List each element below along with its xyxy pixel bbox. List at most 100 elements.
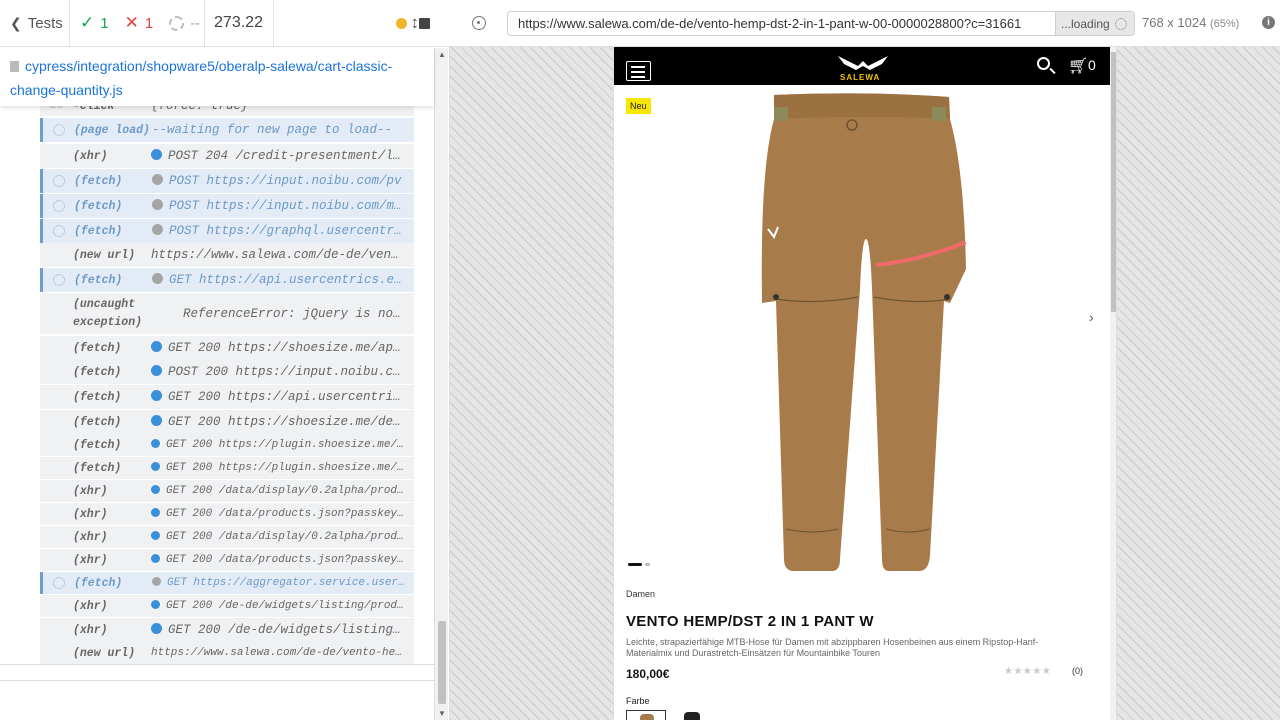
command-message: POST 200 https://input.noibu.com/pv_part: [151, 365, 414, 379]
cart-count[interactable]: 0: [1088, 57, 1096, 73]
command-row[interactable]: (fetch) GET https://api.usercentrics.eu/s…: [40, 268, 414, 292]
pending-spinner-icon: [53, 175, 65, 187]
failed-count: 1: [144, 14, 154, 32]
command-message: GET 200 https://plugin.shoesize.me/plugi…: [151, 462, 414, 474]
spec-path-text: cypress/integration/shopware5/oberalp-sa…: [10, 58, 393, 98]
command-row[interactable]: (fetch) GET 200 https://plugin.shoesize.m…: [40, 457, 414, 479]
viewport-zoom: (65%): [1209, 18, 1240, 30]
page-scrollbar[interactable]: [1110, 47, 1116, 720]
request-pending-dot-icon: [152, 577, 161, 586]
command-message-text: GET 200 /data/products.json?passkey=ca2: [166, 554, 414, 566]
product-price: 180,00€: [626, 667, 670, 681]
review-count[interactable]: (0): [1072, 666, 1083, 676]
menu-button[interactable]: [626, 61, 651, 81]
command-name: (fetch): [73, 341, 122, 355]
spec-file-path[interactable]: cypress/integration/shopware5/oberalp-sa…: [0, 48, 434, 106]
slider-dot[interactable]: [645, 563, 650, 566]
page-scroll-thumb[interactable]: [1111, 52, 1116, 312]
command-row[interactable]: (fetch) POST 200 https://input.noibu.com/…: [40, 360, 414, 384]
command-message: GET 200 https://plugin.shoesize.me/plugi…: [151, 439, 414, 451]
command-message-text: GET 200 /de-de/widgets/listing/productSl…: [166, 600, 414, 612]
command-row[interactable]: (uncaught exception) ReferenceError: jQue…: [40, 293, 414, 334]
command-row[interactable]: (xhr) GET 200 /de-de/widgets/listing/prod…: [40, 618, 414, 642]
rating-stars[interactable]: ★★★★★: [1004, 666, 1051, 677]
command-name: (xhr): [73, 599, 108, 613]
menu-line: [631, 76, 645, 78]
passed-count: 1: [100, 14, 109, 32]
command-row[interactable]: (fetch) GET 200 https://shoesize.me/de/pl…: [40, 410, 414, 434]
cart-icon[interactable]: 🛒︎: [1068, 56, 1088, 76]
auto-scroll-toggle[interactable]: ↕: [395, 13, 419, 33]
request-complete-dot-icon: [151, 341, 162, 352]
reporter-header: ❮ Tests ✓ 1 ✕ 1 -- 273.22 ↕: [0, 0, 450, 47]
search-icon[interactable]: [1037, 57, 1050, 70]
command-message: --waiting for new page to load--: [152, 123, 414, 137]
tests-back-button[interactable]: ❮ Tests: [0, 0, 70, 46]
command-log: 25 -click {force: true} (page load) --waitin…: [40, 96, 414, 664]
command-row[interactable]: (fetch) GET 200 https://api.usercentrics.…: [40, 385, 414, 409]
command-message: GET 200 https://api.usercentrics.eu/tran…: [151, 390, 414, 404]
cross-icon: ✕: [124, 13, 139, 32]
request-complete-dot-icon: [151, 600, 160, 609]
command-row[interactable]: (xhr) GET 200 /data/display/0.2alpha/prod…: [40, 526, 414, 548]
image-next-arrow[interactable]: ›: [1089, 309, 1094, 325]
request-complete-dot-icon: [151, 415, 162, 426]
command-row[interactable]: (fetch) GET 200 https://plugin.shoesize.m…: [40, 434, 414, 456]
command-message: GET https://aggregator.service.usercentr…: [152, 577, 414, 589]
command-message: POST https://input.noibu.com/pv: [152, 174, 414, 188]
command-row[interactable]: (xhr) GET 200 /data/display/0.2alpha/prod…: [40, 480, 414, 502]
url-field[interactable]: https://www.salewa.com/de-de/vento-hemp-…: [507, 11, 1135, 36]
selector-playground-icon[interactable]: [472, 16, 486, 30]
scroll-thumb[interactable]: [438, 621, 446, 704]
command-message-text: GET 200 https://shoesize.me/api/v1: [168, 341, 414, 355]
info-icon[interactable]: i: [1262, 16, 1275, 29]
command-row[interactable]: (xhr) GET 200 /data/products.json?passkey…: [40, 549, 414, 571]
command-message-text: POST https://input.noibu.com/metrics: [169, 199, 414, 213]
aut-iframe: SALEWA 🛒︎ 0 Neu › Damen VENTO HEMP/DST 2…: [613, 47, 1117, 720]
salewa-logo-text[interactable]: SALEWA: [840, 73, 880, 82]
color-swatch-black[interactable]: [684, 712, 700, 720]
command-row[interactable]: (fetch) POST https://input.noibu.com/metr…: [40, 194, 414, 218]
command-message: https://www.salewa.com/de-de/vento-hemp-…: [151, 248, 414, 262]
command-row[interactable]: (xhr) GET 200 /data/products.json?passkey…: [40, 503, 414, 525]
menu-line: [631, 71, 645, 73]
pending-spinner-icon: [53, 124, 65, 136]
command-message: GET 200 /data/products.json?passkey=ca2: [151, 554, 414, 566]
command-row[interactable]: (fetch) GET 200 https://shoesize.me/api/v…: [40, 336, 414, 360]
command-row[interactable]: (fetch) POST https://input.noibu.com/pv: [40, 169, 414, 193]
request-complete-dot-icon: [151, 623, 162, 634]
running-status-dot: [395, 17, 407, 29]
command-row[interactable]: (fetch) POST https://graphql.usercentrics…: [40, 219, 414, 243]
command-message: GET 200 https://shoesize.me/de/plugin: [151, 415, 414, 429]
scroll-down-icon[interactable]: ▼: [438, 709, 446, 718]
command-message: POST https://graphql.usercentrics.eu/gra…: [152, 224, 414, 238]
command-message: GET 200 /de-de/widgets/listing/productSl…: [151, 600, 414, 612]
product-image[interactable]: [754, 89, 984, 574]
url-text[interactable]: https://www.salewa.com/de-de/vento-hemp-…: [508, 12, 1055, 35]
slider-dot-active[interactable]: [628, 563, 642, 566]
command-message-text: POST https://graphql.usercentrics.eu/gra…: [169, 224, 414, 238]
reporter-scrollbar[interactable]: ▲ ▼: [434, 48, 448, 720]
command-message-text: POST 200 https://input.noibu.com/pv_part: [168, 365, 414, 379]
command-name: (xhr): [73, 149, 108, 163]
scroll-up-icon[interactable]: ▲: [438, 50, 446, 59]
color-swatch-brown[interactable]: [626, 710, 666, 720]
image-slider-dots[interactable]: [628, 563, 650, 566]
product-category[interactable]: Damen: [626, 589, 655, 599]
pending-stat: --: [169, 15, 200, 32]
salewa-eagle-logo-icon[interactable]: [836, 52, 890, 74]
command-row[interactable]: (page load) --waiting for new page to loa…: [40, 118, 414, 142]
request-complete-dot-icon: [151, 149, 162, 160]
product-description: Leichte, strapazierfähige MTB-Hose für D…: [626, 637, 1039, 658]
command-message: https://www.salewa.com/de-de/vento-hemp-…: [151, 647, 414, 659]
command-row[interactable]: (xhr) POST 204 /credit-presentment/log: [40, 144, 414, 168]
command-row[interactable]: (new url) https://www.salewa.com/de-de/ve…: [40, 243, 414, 267]
command-message: GET 200 /data/products.json?passkey=ca1: [151, 508, 414, 520]
command-row[interactable]: (new url) https://www.salewa.com/de-de/ve…: [40, 642, 414, 664]
stop-button[interactable]: [419, 17, 430, 29]
color-label: Farbe: [626, 696, 650, 706]
request-complete-dot-icon: [151, 531, 160, 540]
command-row[interactable]: (fetch) GET https://aggregator.service.us…: [40, 572, 414, 594]
command-row[interactable]: (xhr) GET 200 /de-de/widgets/listing/prod…: [40, 595, 414, 617]
test-stats: ✓ 1 ✕ 1 --: [70, 0, 205, 46]
